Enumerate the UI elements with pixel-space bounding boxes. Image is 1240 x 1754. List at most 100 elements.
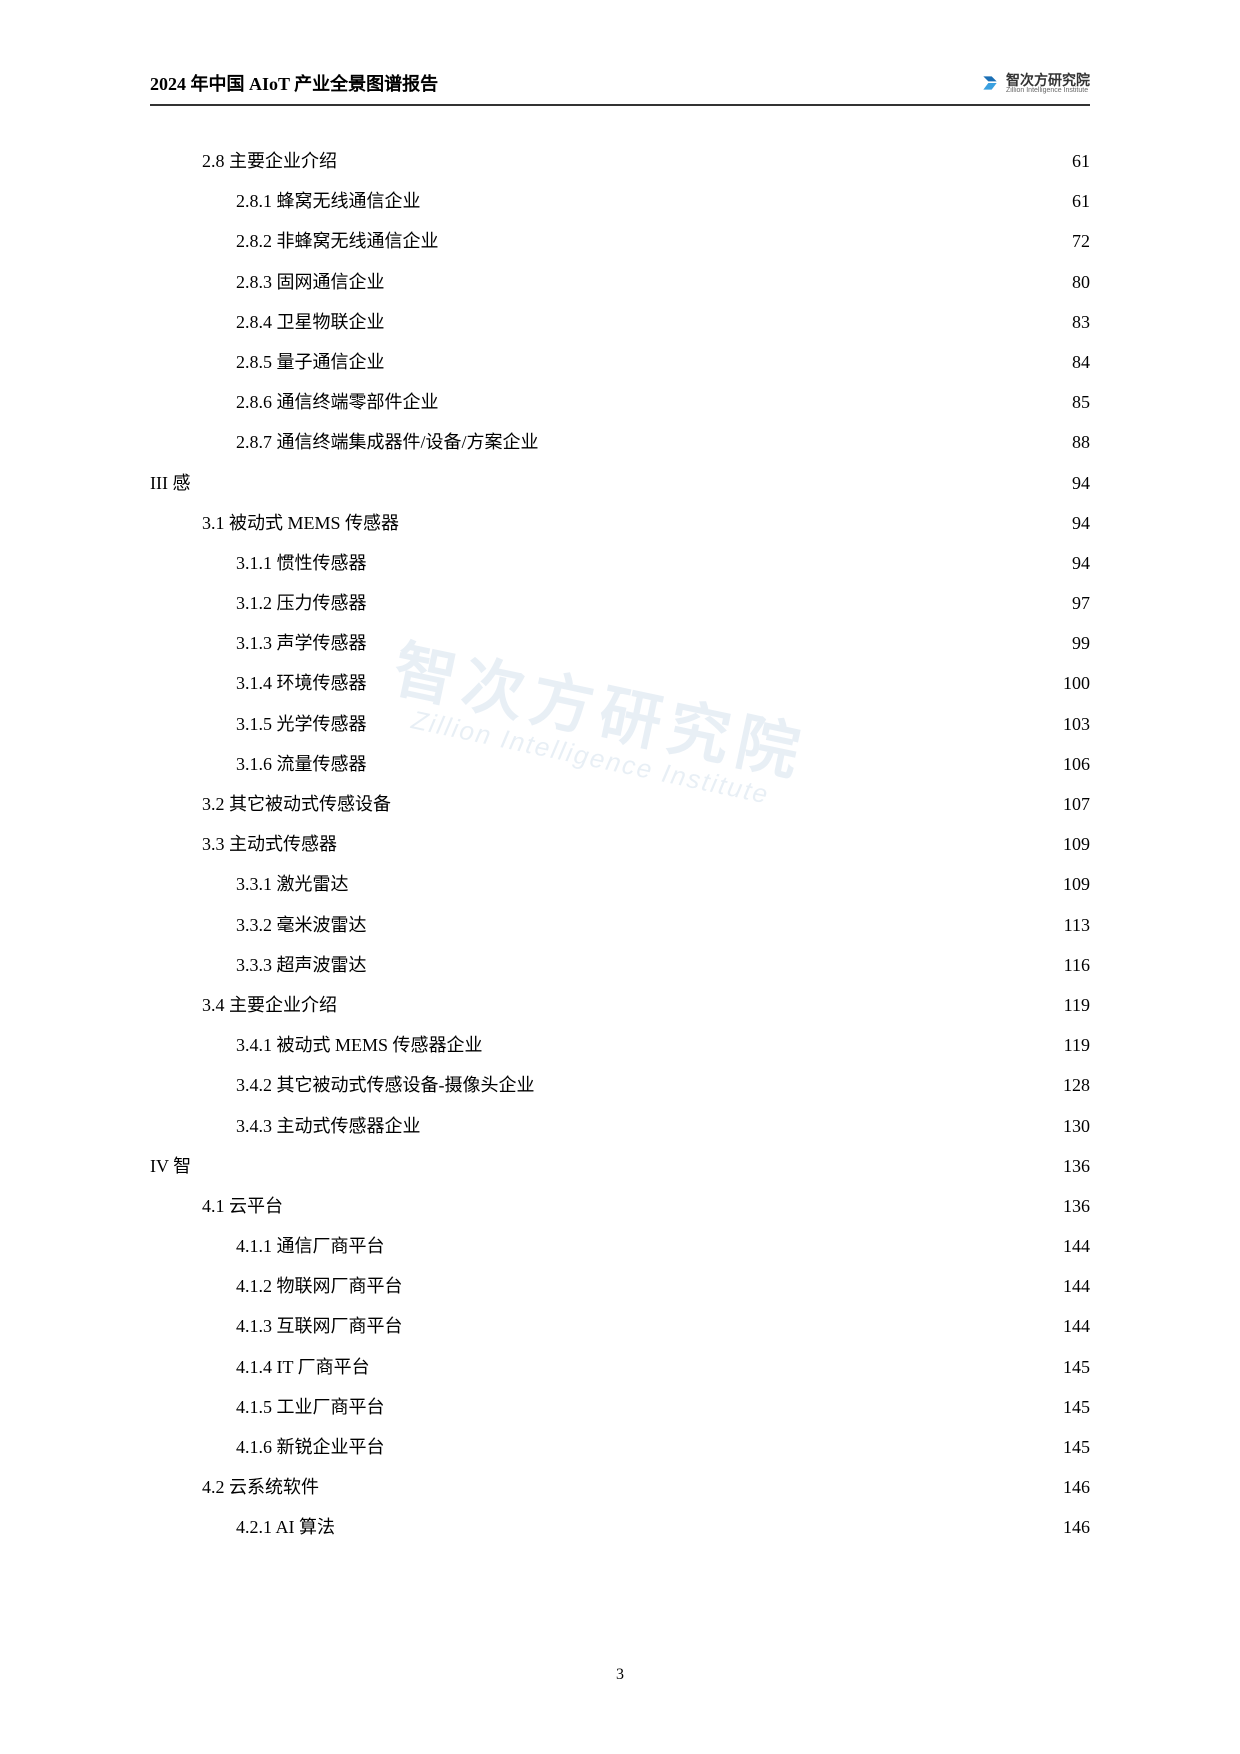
toc-page: 146 [1054,1470,1090,1504]
toc-title: 2.8.4 卫星物联企业 [236,305,385,339]
toc-row[interactable]: 3.4.1 被动式 MEMS 传感器企业119 [150,1028,1090,1062]
toc-row[interactable]: 4.1.3 互联网厂商平台144 [150,1309,1090,1343]
toc-title: 4.1.5 工业厂商平台 [236,1390,385,1424]
toc-title: 3.3.3 超声波雷达 [236,948,367,982]
toc-row[interactable]: 3.4.3 主动式传感器企业 130 [150,1109,1090,1143]
toc-page: 83 [1054,305,1090,339]
toc-title: 2.8.2 非蜂窝无线通信企业 [236,224,439,258]
toc-title: 4.1 云平台 [202,1189,283,1223]
toc-page: 103 [1054,707,1090,741]
toc-row[interactable]: 3.3.3 超声波雷达116 [150,948,1090,982]
toc-row[interactable]: 4.1.5 工业厂商平台 145 [150,1390,1090,1424]
page-header: 2024 年中国 AIoT 产业全景图谱报告 智次方研究院 Zillion In… [150,70,1090,106]
toc-page: 106 [1054,747,1090,781]
toc-title: 3.4.3 主动式传感器企业 [236,1109,421,1143]
toc-page: 88 [1054,425,1090,459]
toc-title: 4.2 云系统软件 [202,1470,319,1504]
logo-text: 智次方研究院 Zillion Intelligence Institute [1006,73,1090,94]
toc-page: 136 [1054,1149,1090,1183]
toc-page: 136 [1054,1189,1090,1223]
toc-title: 2.8.6 通信终端零部件企业 [236,385,439,419]
header-title: 2024 年中国 AIoT 产业全景图谱报告 [150,70,438,96]
toc-title: 4.1.3 互联网厂商平台 [236,1309,403,1343]
toc-row[interactable]: 2.8 主要企业介绍 61 [150,144,1090,178]
logo-text-en: Zillion Intelligence Institute [1006,87,1090,94]
toc-row[interactable]: 2.8.3 固网通信企业80 [150,265,1090,299]
toc-page: 107 [1054,787,1090,821]
toc-title: 3.1.1 惯性传感器 [236,546,367,580]
toc-page: 109 [1054,827,1090,861]
toc-title: 3.1 被动式 MEMS 传感器 [202,506,399,540]
toc-title: 3.1.6 流量传感器 [236,747,367,781]
toc-page: 94 [1054,506,1090,540]
toc-title: 3.4.2 其它被动式传感设备-摄像头企业 [236,1068,535,1102]
toc-row[interactable]: 2.8.6 通信终端零部件企业85 [150,385,1090,419]
toc-title: 4.2.1 AI 算法 [236,1510,335,1544]
toc-row[interactable]: IV 智 136 [150,1149,1090,1183]
toc-title: 3.1.3 声学传感器 [236,626,367,660]
toc-page: 145 [1054,1390,1090,1424]
toc-title: 2.8.1 蜂窝无线通信企业 [236,184,421,218]
toc-row[interactable]: 4.2.1 AI 算法 146 [150,1510,1090,1544]
toc-row[interactable]: 3.4.2 其它被动式传感设备-摄像头企业 128 [150,1068,1090,1102]
toc-row[interactable]: 3.1.2 压力传感器97 [150,586,1090,620]
toc-title: 2.8.7 通信终端集成器件/设备/方案企业 [236,425,539,459]
page-number: 3 [0,1666,1240,1684]
toc-page: 113 [1054,908,1090,942]
toc-row[interactable]: 3.4 主要企业介绍 119 [150,988,1090,1022]
toc-row[interactable]: 3.1.5 光学传感器 103 [150,707,1090,741]
toc-page: 128 [1054,1068,1090,1102]
toc-row[interactable]: 3.1.4 环境传感器100 [150,666,1090,700]
toc-title: 3.3.1 激光雷达 [236,867,349,901]
toc-page: 109 [1054,867,1090,901]
toc-page: 84 [1054,345,1090,379]
toc-page: 145 [1054,1430,1090,1464]
toc-row[interactable]: 2.8.5 量子通信企业84 [150,345,1090,379]
toc-container: 2.8 主要企业介绍 61 2.8.1 蜂窝无线通信企业61 2.8.2 非蜂窝无线通… [150,144,1090,1545]
toc-row[interactable]: 3.2 其它被动式传感设备 107 [150,787,1090,821]
toc-row[interactable]: 2.8.2 非蜂窝无线通信企业 72 [150,224,1090,258]
toc-title: 2.8.3 固网通信企业 [236,265,385,299]
toc-title: 3.4 主要企业介绍 [202,988,337,1022]
toc-page: 146 [1054,1510,1090,1544]
toc-page: 72 [1054,224,1090,258]
toc-row[interactable]: 2.8.7 通信终端集成器件/设备/方案企业 88 [150,425,1090,459]
toc-row[interactable]: 4.1 云平台 136 [150,1189,1090,1223]
logo-text-cn: 智次方研究院 [1006,73,1090,87]
toc-page: 99 [1054,626,1090,660]
toc-title: 2.8 主要企业介绍 [202,144,337,178]
toc-row[interactable]: 3.1.1 惯性传感器94 [150,546,1090,580]
toc-row[interactable]: 3.1.3 声学传感器 99 [150,626,1090,660]
toc-title: 3.2 其它被动式传感设备 [202,787,391,821]
toc-row[interactable]: 3.1 被动式 MEMS 传感器 94 [150,506,1090,540]
toc-row[interactable]: 3.3.2 毫米波雷达113 [150,908,1090,942]
toc-title: IV 智 [150,1149,191,1183]
toc-row[interactable]: 4.1.4 IT 厂商平台145 [150,1350,1090,1384]
toc-row[interactable]: 4.1.2 物联网厂商平台 144 [150,1269,1090,1303]
toc-title: III 感 [150,466,190,500]
toc-page: 144 [1054,1229,1090,1263]
toc-row[interactable]: 4.1.1 通信厂商平台 144 [150,1229,1090,1263]
toc-row[interactable]: 3.3.1 激光雷达 109 [150,867,1090,901]
toc-page: 94 [1054,466,1090,500]
toc-page: 130 [1054,1109,1090,1143]
table-of-contents: 2.8 主要企业介绍 61 2.8.1 蜂窝无线通信企业61 2.8.2 非蜂窝无线通… [150,144,1090,1545]
toc-row[interactable]: 3.3 主动式传感器 109 [150,827,1090,861]
toc-row[interactable]: 3.1.6 流量传感器 106 [150,747,1090,781]
toc-page: 119 [1054,1028,1090,1062]
toc-title: 4.1.2 物联网厂商平台 [236,1269,403,1303]
toc-page: 119 [1054,988,1090,1022]
toc-title: 4.1.4 IT 厂商平台 [236,1350,370,1384]
toc-page: 144 [1054,1269,1090,1303]
page: 2024 年中国 AIoT 产业全景图谱报告 智次方研究院 Zillion In… [0,0,1240,1754]
toc-row[interactable]: 2.8.4 卫星物联企业 83 [150,305,1090,339]
toc-row[interactable]: 2.8.1 蜂窝无线通信企业61 [150,184,1090,218]
toc-title: 3.3 主动式传感器 [202,827,337,861]
toc-page: 61 [1054,144,1090,178]
toc-row[interactable]: 4.1.6 新锐企业平台145 [150,1430,1090,1464]
toc-page: 100 [1054,666,1090,700]
toc-row[interactable]: III 感 94 [150,466,1090,500]
toc-title: 3.1.5 光学传感器 [236,707,367,741]
toc-title: 4.1.1 通信厂商平台 [236,1229,385,1263]
toc-row[interactable]: 4.2 云系统软件 146 [150,1470,1090,1504]
